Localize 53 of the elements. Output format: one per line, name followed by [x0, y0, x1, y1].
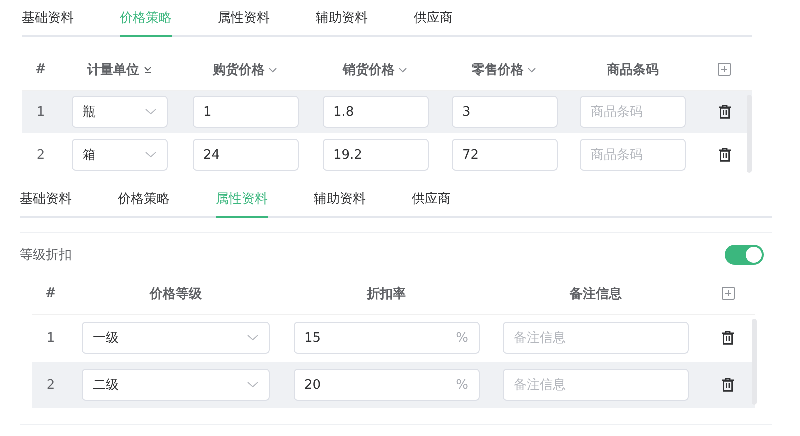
caret-icon	[145, 151, 157, 159]
input-field[interactable]: 1	[192, 96, 298, 128]
add-icon[interactable]	[722, 287, 734, 300]
column-header: 购货价格	[213, 62, 265, 78]
level-select[interactable]: 二级	[82, 369, 270, 401]
column-header: 销货价格	[343, 62, 395, 78]
caret-icon	[247, 334, 259, 342]
input-field[interactable]: 商品条码	[580, 139, 686, 171]
rate-field[interactable]: 20 %	[294, 369, 480, 401]
unit-select[interactable]: 箱	[72, 139, 168, 171]
caret-icon	[247, 381, 259, 389]
row-number: 1	[36, 104, 46, 120]
column-header: 零售价格	[472, 62, 524, 78]
input-field[interactable]: 商品条码	[580, 96, 686, 128]
tab[interactable]: 基础资料	[22, 9, 74, 37]
trash-icon[interactable]	[718, 105, 730, 119]
input-field[interactable]: 24	[192, 139, 298, 171]
trash-icon[interactable]	[722, 378, 734, 392]
row-number: 1	[46, 330, 56, 346]
input-field[interactable]: 1.8	[322, 96, 428, 128]
column-header: 折扣率	[367, 286, 406, 302]
tab[interactable]: 供应商	[414, 9, 453, 37]
trash-icon[interactable]	[722, 331, 734, 345]
input-field[interactable]: 备注信息	[503, 322, 689, 354]
column-header: 计量单位	[88, 62, 140, 78]
caret-icon	[145, 108, 157, 116]
tab[interactable]: 价格策略	[118, 190, 170, 218]
input-field[interactable]: 3	[452, 96, 558, 128]
scrollbar[interactable]	[752, 319, 757, 405]
unit-select[interactable]: 瓶	[72, 96, 168, 128]
tab[interactable]: 辅助资料	[314, 190, 366, 218]
input-field[interactable]: 19.2	[322, 139, 428, 171]
option-label: 等级折扣	[20, 247, 72, 264]
trash-icon[interactable]	[718, 148, 730, 162]
scrollbar[interactable]	[747, 95, 752, 173]
input-field[interactable]: 备注信息	[503, 369, 689, 401]
sort-icon[interactable]	[142, 64, 152, 74]
toggle-switch[interactable]	[725, 245, 764, 265]
tab[interactable]: 辅助资料	[316, 9, 368, 37]
add-icon[interactable]	[718, 63, 731, 76]
column-header: 商品条码	[607, 62, 659, 78]
column-header: 备注信息	[570, 286, 622, 302]
column-header: #	[36, 62, 46, 77]
tab[interactable]: 供应商	[412, 190, 451, 218]
tab[interactable]: 属性资料	[218, 9, 270, 37]
row-number: 2	[46, 378, 56, 392]
rate-field[interactable]: 15 %	[294, 322, 480, 354]
column-header: 价格等级	[150, 286, 202, 302]
row-number: 2	[36, 148, 46, 162]
level-select[interactable]: 一级	[82, 322, 270, 354]
column-header: #	[46, 286, 56, 301]
tab[interactable]: 基础资料	[20, 190, 72, 218]
input-field[interactable]: 72	[452, 139, 558, 171]
